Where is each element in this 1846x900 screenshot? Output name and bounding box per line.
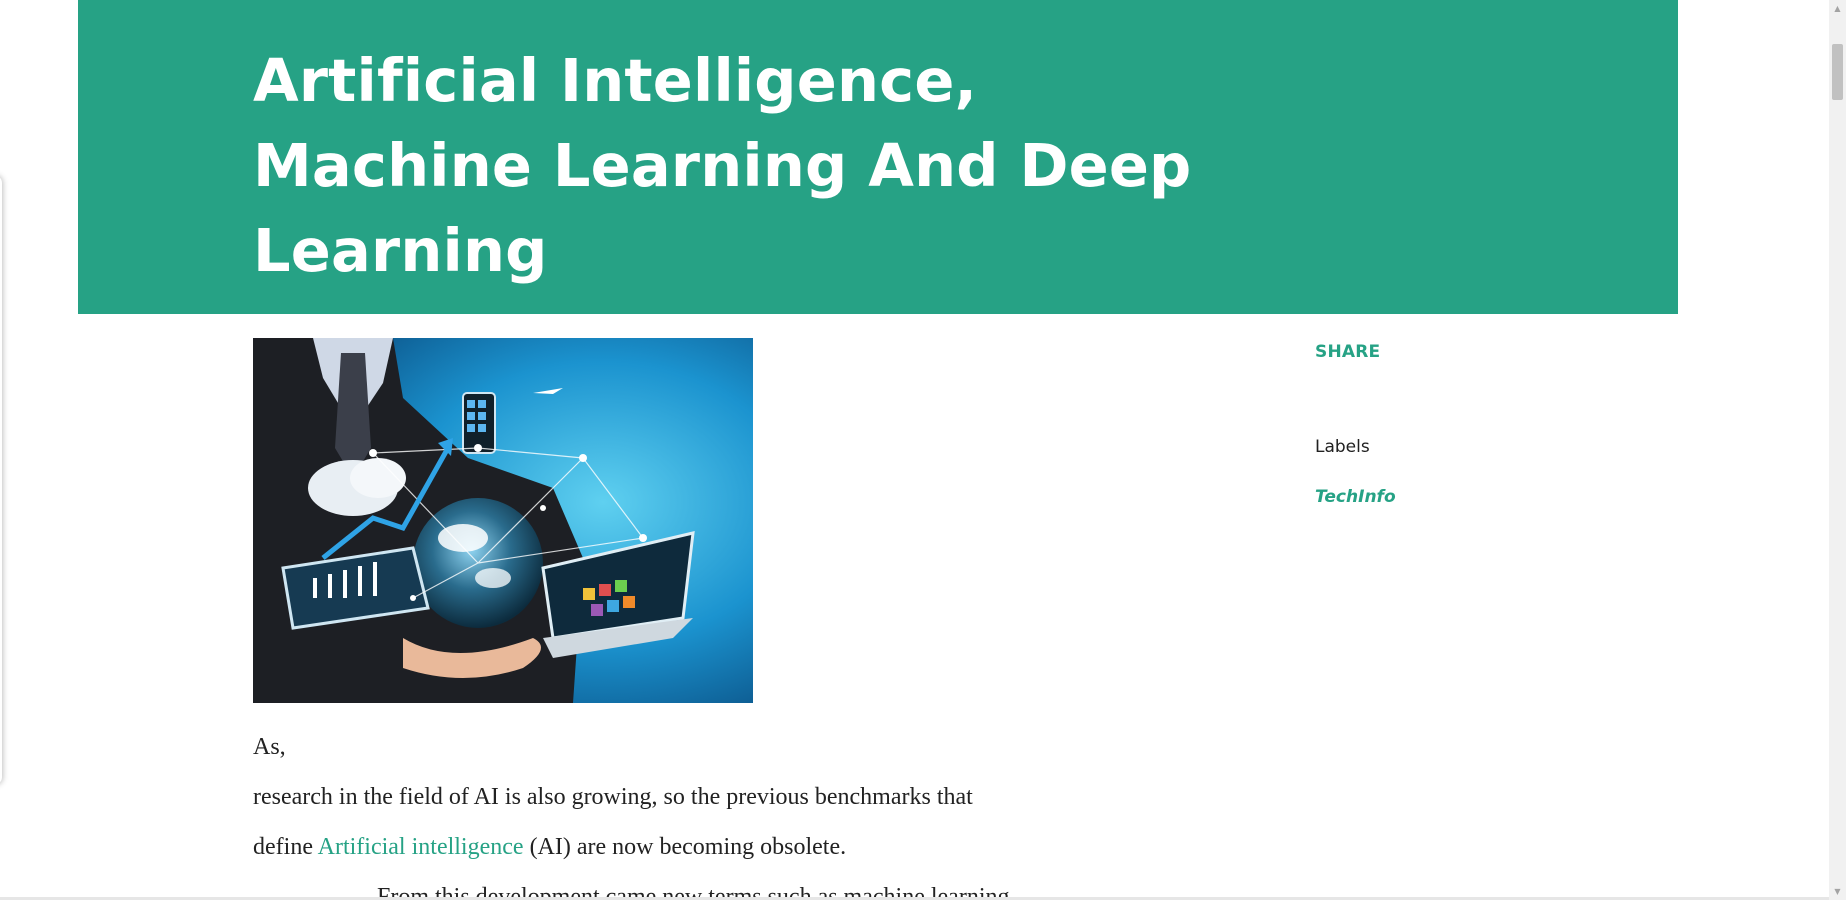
body-line-1: As, — [253, 734, 286, 760]
side-drawer-edge[interactable] — [0, 175, 2, 785]
scroll-down-icon[interactable]: ▼ — [1829, 883, 1846, 900]
body-line-4: From this development came new terms suc… — [377, 884, 1010, 900]
tech-globe-illustration — [253, 338, 753, 703]
post-header: Artificial Intelligence, Machine Learnin… — [78, 0, 1678, 314]
post-featured-image[interactable] — [253, 338, 753, 703]
label-link-techinfo[interactable]: TechInfo — [1315, 487, 1396, 507]
labels-heading: Labels — [1315, 437, 1370, 457]
post-body: As, research in the field of AI is also … — [253, 722, 1153, 900]
body-line-2: research in the field of AI is also grow… — [253, 784, 973, 810]
scroll-up-icon[interactable]: ▲ — [1829, 0, 1846, 17]
body-line-3-before: define — [253, 834, 318, 860]
scrollbar-thumb[interactable] — [1832, 44, 1843, 100]
body-line-3: define Artificial intelligence (AI) are … — [253, 822, 1153, 872]
share-button[interactable]: SHARE — [1315, 342, 1380, 362]
body-line-3-after: (AI) are now becoming obsolete. — [523, 834, 847, 860]
blog-post-page: Artificial Intelligence, Machine Learnin… — [0, 0, 1846, 900]
post-title: Artificial Intelligence, Machine Learnin… — [253, 46, 1192, 285]
vertical-scrollbar[interactable]: ▲ ▼ — [1829, 0, 1846, 900]
artificial-intelligence-link[interactable]: Artificial intelligence — [318, 834, 524, 860]
